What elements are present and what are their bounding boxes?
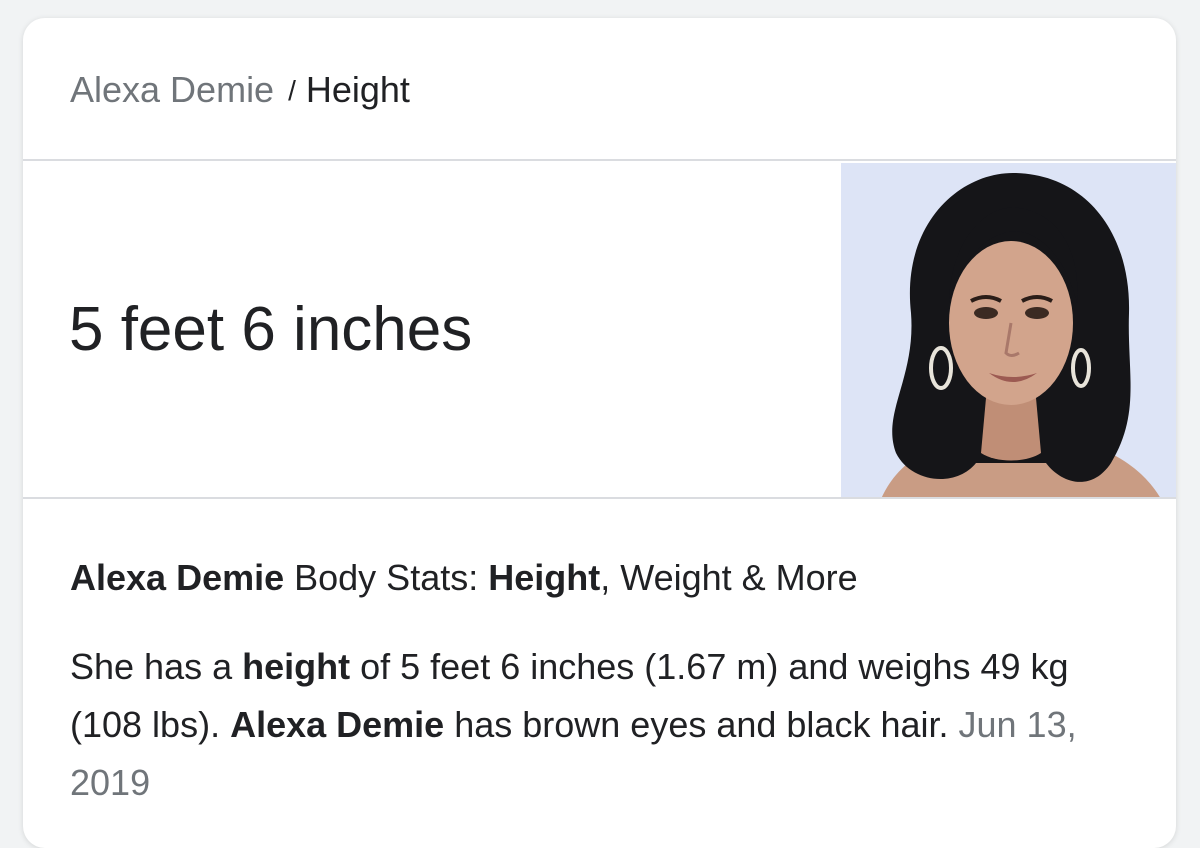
answer-value: 5 feet 6 inches: [69, 295, 473, 364]
knowledge-card: Alexa Demie / Height 5 feet 6 inches Ale…: [23, 18, 1176, 848]
snippet-bold-name: Alexa Demie: [230, 704, 445, 745]
header-divider: [23, 159, 1176, 161]
snippet-title-name: Alexa Demie: [70, 557, 285, 598]
content-divider: [23, 497, 1176, 499]
snippet-title-bold: Height: [488, 557, 601, 598]
snippet-bold-height: height: [242, 646, 351, 687]
snippet-text: has brown eyes and black hair.: [444, 704, 949, 745]
portrait-image[interactable]: [841, 163, 1176, 499]
breadcrumb: Alexa Demie / Height: [70, 68, 410, 115]
snippet-title-text: Body Stats:: [284, 557, 489, 598]
snippet-body: She has a height of 5 feet 6 inches (1.6…: [70, 638, 1110, 812]
person-portrait-photo-icon: [841, 163, 1176, 499]
breadcrumb-current: Height: [305, 69, 410, 110]
breadcrumb-separator: /: [288, 75, 296, 106]
snippet-text: She has a: [70, 646, 243, 687]
snippet-title-text-end: , Weight & More: [600, 557, 858, 598]
breadcrumb-parent-link[interactable]: Alexa Demie: [70, 69, 274, 110]
snippet-title[interactable]: Alexa Demie Body Stats: Height, Weight &…: [70, 556, 858, 600]
